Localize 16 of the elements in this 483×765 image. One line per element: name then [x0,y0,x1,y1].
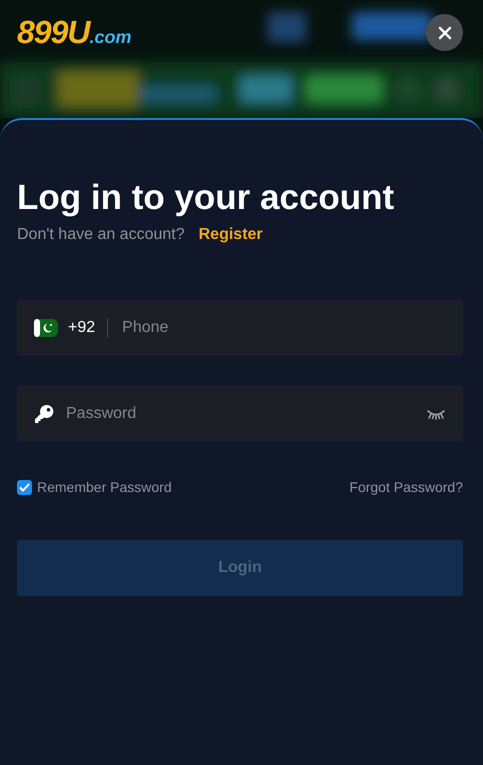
key-icon [34,404,54,424]
phone-input[interactable]: Phone [120,318,446,338]
account-prompt: Don't have an account? [17,226,185,244]
password-field[interactable]: Password [17,386,463,441]
page-title: Log in to your account [17,177,396,219]
forgot-password-link[interactable]: Forgot Password? [349,479,463,495]
closed-eye-icon[interactable] [426,408,446,420]
close-icon [438,26,452,40]
remember-checkbox[interactable] [17,480,32,494]
country-code[interactable]: +92 [68,318,96,336]
flag-icon [34,318,58,336]
phone-field[interactable]: +92 Phone [17,300,463,355]
remember-label[interactable]: Remember Password [37,479,172,495]
password-input[interactable]: Password [64,404,416,424]
register-link[interactable]: Register [198,226,263,244]
site-logo[interactable]: 899U.com [17,14,132,51]
